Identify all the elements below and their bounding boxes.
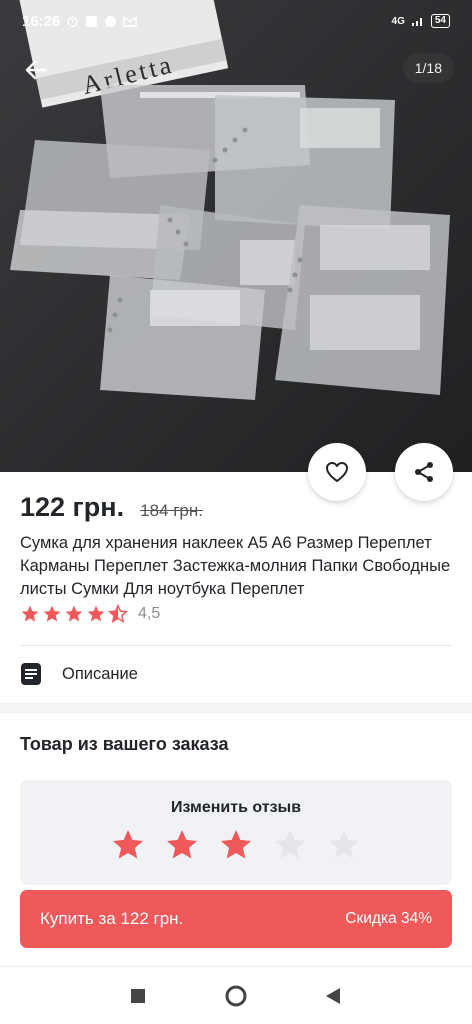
product-photo: Arletta: [0, 0, 472, 472]
review-card: Изменить отзыв: [20, 780, 452, 885]
arrow-left-icon: [25, 60, 47, 80]
buy-button[interactable]: Купить за 122 грн. Скидка 34%: [20, 890, 452, 948]
image-counter: 1/18: [402, 53, 454, 83]
buy-label: Купить за 122 грн.: [40, 909, 184, 928]
status-time: 16:26: [22, 12, 61, 30]
network-type: 4G: [391, 15, 405, 27]
description-link[interactable]: Описание: [20, 660, 138, 688]
product-title: Сумка для хранения наклеек A5 A6 Размер …: [20, 534, 451, 598]
share-icon: [415, 462, 433, 482]
star-icon: [87, 605, 105, 622]
star-icon: [21, 605, 39, 622]
triangle-icon: [326, 988, 340, 1004]
old-price: 184 грн.: [140, 501, 203, 520]
review-star-5[interactable]: [326, 827, 362, 863]
discount-label: Скидка 34%: [345, 910, 432, 927]
current-price: 122 грн.: [20, 492, 125, 522]
share-button[interactable]: [395, 443, 453, 501]
favorite-button[interactable]: [308, 443, 366, 501]
edit-review-label: Изменить отзыв: [170, 799, 302, 816]
star-half-icon: [108, 604, 128, 624]
home-button[interactable]: [223, 983, 249, 1009]
section-separator: [0, 703, 472, 713]
signal-icon: [411, 18, 422, 26]
star-icon: [43, 605, 61, 622]
app-notification-icon: [86, 15, 98, 27]
product-rating[interactable]: 4,5: [20, 604, 160, 624]
back-button[interactable]: [18, 52, 54, 88]
battery-level: 54: [430, 14, 450, 28]
review-star-4[interactable]: [272, 827, 308, 863]
system-back-button[interactable]: [320, 983, 346, 1009]
circle-icon: [225, 985, 247, 1007]
alarm-icon: [67, 16, 79, 27]
recent-apps-button[interactable]: [125, 983, 151, 1009]
review-star-3[interactable]: [218, 827, 254, 863]
product-image-gallery[interactable]: Arletta 16:26 4G 54 1/18: [0, 0, 472, 472]
order-section-title: Товар из вашего заказа: [20, 734, 229, 754]
price-row: 122 грн. 184 грн.: [20, 492, 203, 523]
messenger-icon: [105, 15, 117, 27]
rating-value: 4,5: [138, 605, 161, 622]
system-navigation-bar: [0, 966, 472, 1024]
review-star-2[interactable]: [164, 827, 200, 863]
divider: [20, 645, 452, 646]
status-bar: 16:26 4G 54: [0, 0, 472, 42]
square-icon: [131, 989, 145, 1003]
description-label: Описание: [62, 664, 138, 683]
document-icon: [21, 663, 41, 685]
mail-icon: [123, 16, 138, 27]
heart-icon: [326, 462, 348, 482]
review-star-1[interactable]: [110, 827, 146, 863]
star-icon: [65, 605, 83, 622]
review-star-rating[interactable]: [110, 827, 362, 863]
